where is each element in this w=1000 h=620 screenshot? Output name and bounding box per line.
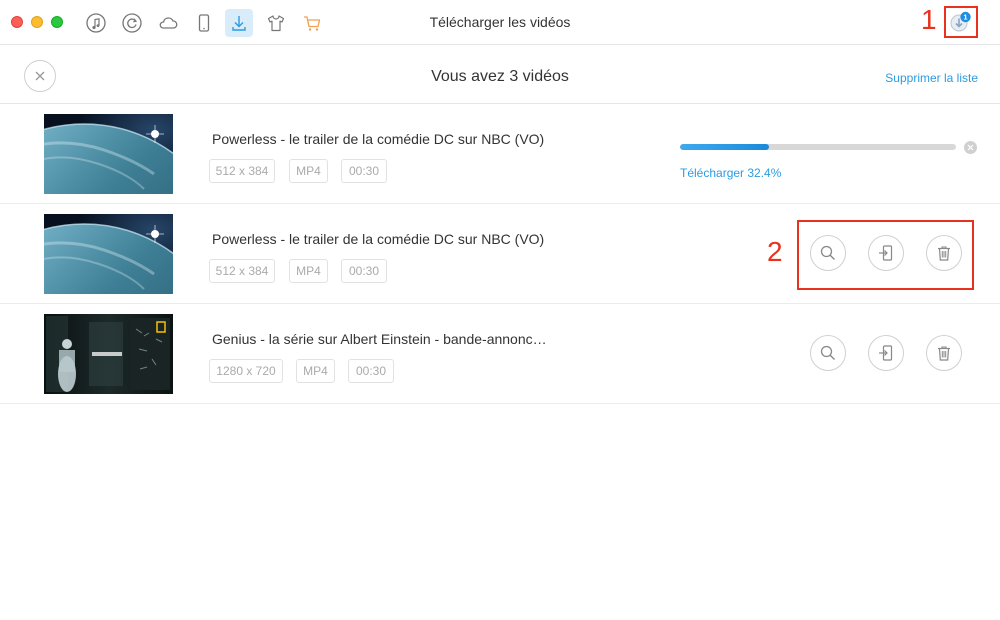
badge-count: 1: [963, 13, 967, 22]
video-thumbnail: [44, 114, 173, 194]
delete-video-button[interactable]: [926, 335, 962, 371]
video-title: Powerless - le trailer de la comédie DC …: [212, 231, 545, 247]
annotation-label-two: 2: [767, 236, 783, 267]
title-bar: Télécharger les vidéos 1 1: [0, 0, 1000, 45]
format-tag: MP4: [296, 359, 335, 383]
duration-tag: 00:30: [341, 259, 387, 283]
close-icon: [967, 144, 974, 151]
resolution-tag: 512 x 384: [209, 159, 275, 183]
download-progress-fill: [680, 144, 770, 150]
format-tag: MP4: [289, 159, 328, 183]
download-queue-button[interactable]: 1: [944, 6, 978, 38]
resolution-tag: 512 x 384: [209, 259, 275, 283]
annotation-label-one: 1: [921, 4, 937, 35]
video-row: Genius - la série sur Albert Einstein - …: [0, 304, 1000, 404]
resolution-tag: 1280 x 720: [209, 359, 283, 383]
download-progress-bar: [680, 144, 956, 150]
video-title: Powerless - le trailer de la comédie DC …: [212, 131, 545, 147]
trash-icon: [938, 346, 950, 361]
transfer-to-device-button[interactable]: [868, 335, 904, 371]
duration-tag: 00:30: [348, 359, 394, 383]
video-thumbnail: [44, 214, 173, 294]
download-queue-icon: 1: [950, 11, 971, 32]
cancel-download-button[interactable]: [964, 141, 977, 154]
search-icon: [820, 345, 835, 360]
list-header: Vous avez 3 vidéos Supprimer la liste: [0, 46, 1000, 104]
video-title: Genius - la série sur Albert Einstein - …: [212, 331, 547, 347]
clear-list-link[interactable]: Supprimer la liste: [885, 71, 978, 85]
window-title: Télécharger les vidéos: [429, 14, 571, 30]
duration-tag: 00:30: [341, 159, 387, 183]
video-count-title: Vous avez 3 vidéos: [431, 68, 569, 85]
locate-video-button[interactable]: [810, 335, 846, 371]
video-row: Powerless - le trailer de la comédie DC …: [0, 104, 1000, 204]
transfer-icon: [879, 345, 893, 361]
annotation-highlight-box: [797, 220, 974, 290]
download-progress-text: Télécharger 32.4%: [680, 166, 782, 180]
format-tag: MP4: [289, 259, 328, 283]
video-thumbnail: [44, 314, 173, 394]
